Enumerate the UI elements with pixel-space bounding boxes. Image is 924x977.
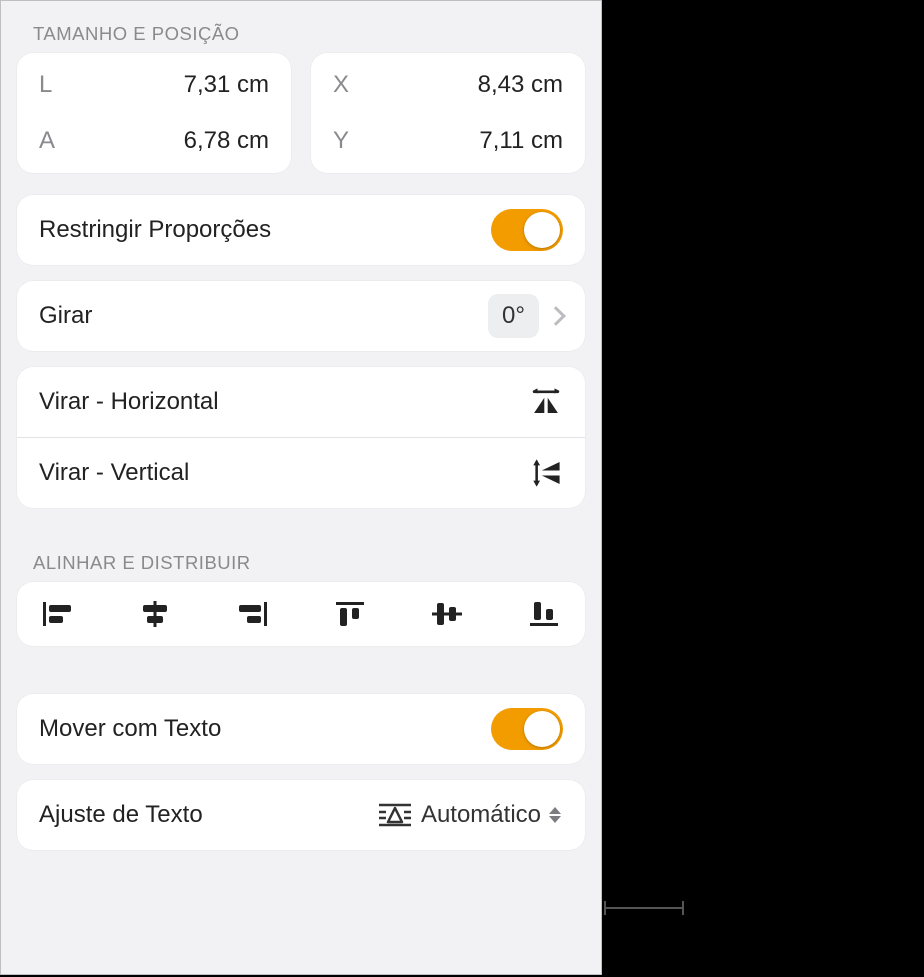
align-middle-button[interactable]	[424, 596, 470, 632]
flip-vertical-label: Virar - Vertical	[39, 459, 189, 487]
callout-line	[604, 907, 684, 909]
align-center-button[interactable]	[132, 596, 178, 632]
chevron-right-icon	[546, 306, 566, 326]
height-label: A	[39, 127, 55, 155]
move-with-text-switch[interactable]	[491, 708, 563, 750]
align-right-button[interactable]	[229, 596, 275, 632]
x-value: 8,43 cm	[478, 71, 563, 99]
rotate-value[interactable]: 0°	[488, 294, 539, 338]
popup-arrows-icon	[549, 804, 563, 826]
flip-vertical-row[interactable]: Virar - Vertical	[17, 438, 585, 508]
position-card: X 8,43 cm Y 7,11 cm	[311, 53, 585, 173]
constrain-label: Restringir Proporções	[39, 216, 271, 244]
text-wrap-label: Ajuste de Texto	[39, 801, 203, 829]
y-field[interactable]: Y 7,11 cm	[311, 113, 585, 169]
flip-horizontal-icon	[529, 387, 563, 417]
flip-horizontal-label: Virar - Horizontal	[39, 388, 219, 416]
align-bottom-button[interactable]	[521, 596, 567, 632]
flip-horizontal-row[interactable]: Virar - Horizontal	[17, 367, 585, 437]
text-wrap-row[interactable]: Ajuste de Texto Automático	[17, 780, 585, 850]
align-left-button[interactable]	[35, 596, 81, 632]
y-label: Y	[333, 127, 349, 155]
text-wrap-value: Automático	[421, 801, 541, 829]
move-with-text-row: Mover com Texto	[17, 694, 585, 764]
rotate-label: Girar	[39, 302, 92, 330]
align-bottom-icon	[526, 599, 562, 629]
align-distribute-header: ALINHAR E DISTRIBUIR	[17, 530, 585, 582]
height-field[interactable]: A 6,78 cm	[17, 113, 291, 169]
x-label: X	[333, 71, 349, 99]
flip-vertical-icon	[529, 458, 563, 488]
size-card: L 7,31 cm A 6,78 cm	[17, 53, 291, 173]
text-wrap-icon	[377, 802, 413, 828]
align-right-icon	[234, 599, 270, 629]
align-middle-icon	[429, 599, 465, 629]
constrain-switch[interactable]	[491, 209, 563, 251]
width-field[interactable]: L 7,31 cm	[17, 57, 291, 113]
width-label: L	[39, 71, 52, 99]
y-value: 7,11 cm	[479, 127, 563, 155]
align-top-button[interactable]	[327, 596, 373, 632]
height-value: 6,78 cm	[184, 127, 269, 155]
constrain-row: Restringir Proporções	[17, 195, 585, 265]
size-position-header: TAMANHO E POSIÇÃO	[17, 1, 585, 53]
rotate-row[interactable]: Girar 0°	[17, 281, 585, 351]
move-with-text-label: Mover com Texto	[39, 715, 221, 743]
align-center-icon	[137, 599, 173, 629]
align-top-icon	[332, 599, 368, 629]
align-left-icon	[40, 599, 76, 629]
width-value: 7,31 cm	[184, 71, 269, 99]
x-field[interactable]: X 8,43 cm	[311, 57, 585, 113]
